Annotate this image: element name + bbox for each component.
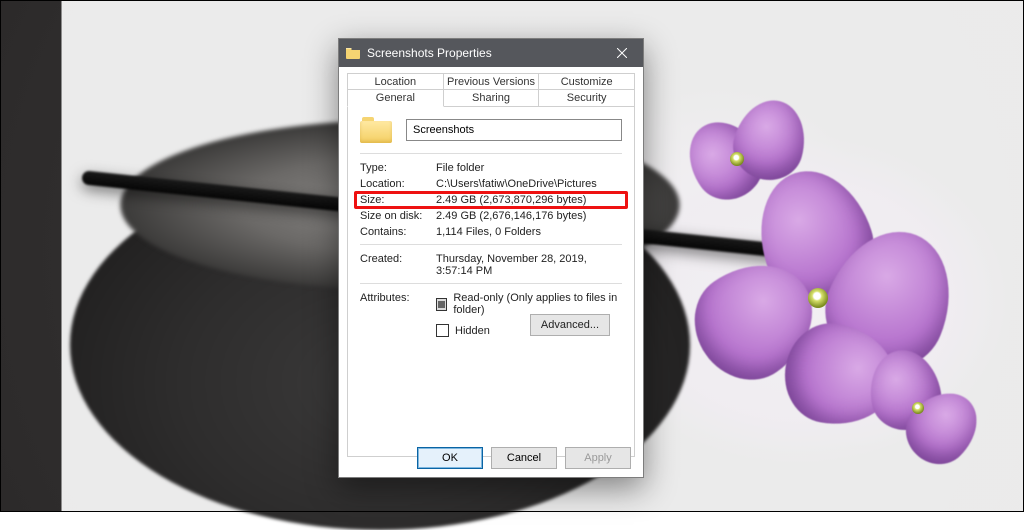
folder-name-input[interactable]: Screenshots	[406, 119, 622, 141]
type-label: Type:	[360, 162, 436, 174]
tab-customize[interactable]: Customize	[539, 73, 635, 90]
tab-sharing[interactable]: Sharing	[444, 89, 540, 107]
ok-button[interactable]: OK	[417, 447, 483, 469]
dialog-button-row: OK Cancel Apply	[339, 447, 643, 469]
cancel-button[interactable]: Cancel	[491, 447, 557, 469]
checkbox-box-icon	[436, 324, 449, 337]
tabs-row-back: Location Previous Versions Customize	[347, 73, 635, 90]
attributes-label: Attributes:	[360, 292, 436, 304]
location-value: C:\Users\fatiw\OneDrive\Pictures	[436, 178, 622, 190]
tab-location[interactable]: Location	[347, 73, 444, 90]
folder-icon	[345, 45, 361, 61]
checkbox-box-icon	[436, 298, 447, 311]
tab-general[interactable]: General	[347, 89, 444, 107]
sizeondisk-label: Size on disk:	[360, 210, 436, 222]
bg-flower-center	[730, 152, 744, 166]
sizeondisk-value: 2.49 GB (2,676,146,176 bytes)	[436, 210, 622, 222]
size-label: Size:	[360, 194, 436, 206]
tabs-row-front: General Sharing Security	[347, 89, 635, 107]
readonly-checkbox[interactable]: Read-only (Only applies to files in fold…	[436, 292, 622, 316]
size-value: 2.49 GB (2,673,870,296 bytes)	[436, 194, 622, 206]
close-icon	[617, 48, 627, 58]
contains-label: Contains:	[360, 226, 436, 238]
hidden-checkbox[interactable]: Hidden	[436, 324, 490, 337]
location-label: Location:	[360, 178, 436, 190]
window-title: Screenshots Properties	[367, 46, 601, 60]
divider	[360, 153, 622, 154]
divider	[360, 244, 622, 245]
bg-flower-center	[808, 288, 828, 308]
hidden-label: Hidden	[455, 325, 490, 337]
readonly-label: Read-only (Only applies to files in fold…	[453, 292, 622, 316]
advanced-button[interactable]: Advanced...	[530, 314, 610, 336]
tab-security[interactable]: Security	[539, 89, 635, 107]
titlebar[interactable]: Screenshots Properties	[339, 39, 643, 67]
bg-flower-center	[912, 402, 924, 414]
folder-large-icon	[360, 117, 392, 143]
tab-previous-versions[interactable]: Previous Versions	[444, 73, 540, 90]
created-value: Thursday, November 28, 2019, 3:57:14 PM	[436, 253, 622, 277]
tab-panel-general: Screenshots Type:File folder Location:C:…	[347, 107, 635, 457]
apply-button[interactable]: Apply	[565, 447, 631, 469]
properties-dialog: Screenshots Properties Location Previous…	[338, 38, 644, 478]
type-value: File folder	[436, 162, 622, 174]
tabs-area: Location Previous Versions Customize Gen…	[339, 67, 643, 457]
close-button[interactable]	[601, 39, 643, 67]
divider	[360, 283, 622, 284]
contains-value: 1,114 Files, 0 Folders	[436, 226, 622, 238]
created-label: Created:	[360, 253, 436, 277]
